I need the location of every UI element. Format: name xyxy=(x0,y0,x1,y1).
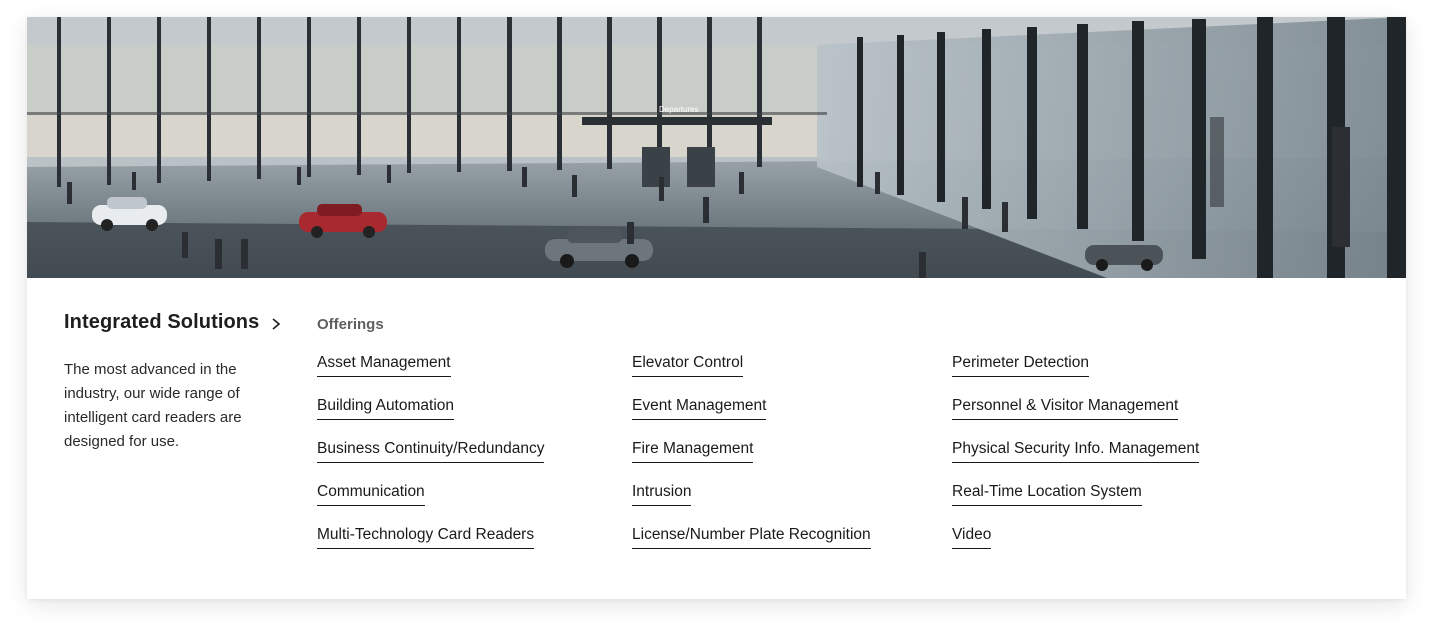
offering-link-multi-technology-card-readers[interactable]: Multi-Technology Card Readers xyxy=(317,525,544,568)
panel-title: Integrated Solutions xyxy=(64,311,260,333)
offering-link-event-management[interactable]: Event Management xyxy=(632,396,871,439)
departures-sign: Departures xyxy=(659,105,699,114)
chevron-right-icon xyxy=(272,317,281,330)
solutions-card: Departures Integrated Solutions The most… xyxy=(27,17,1406,599)
offering-link-building-automation[interactable]: Building Automation xyxy=(317,396,544,439)
panel-description: The most advanced in the industry, our w… xyxy=(64,361,242,450)
offering-link-personnel-visitor-management[interactable]: Personnel & Visitor Management xyxy=(952,396,1199,439)
offerings-column-1: Asset Management Building Automation Bus… xyxy=(317,353,545,568)
airport-terminal-image: Departures xyxy=(27,17,1406,278)
offering-link-physical-security-info-management[interactable]: Physical Security Info. Management xyxy=(952,439,1200,482)
offering-link-elevator-control[interactable]: Elevator Control xyxy=(632,353,871,396)
offering-link-business-continuity[interactable]: Business Continuity/Redundancy xyxy=(317,439,545,482)
offering-link-perimeter-detection[interactable]: Perimeter Detection xyxy=(952,353,1199,396)
offering-link-asset-management[interactable]: Asset Management xyxy=(317,353,544,396)
offering-link-intrusion[interactable]: Intrusion xyxy=(632,482,871,525)
offering-link-license-plate-recognition[interactable]: License/Number Plate Recognition xyxy=(632,525,871,568)
offerings-column-2: Elevator Control Event Management Fire M… xyxy=(632,353,871,568)
hero-image: Departures xyxy=(27,17,1406,278)
offering-link-video[interactable]: Video xyxy=(952,525,1199,568)
offering-link-real-time-location-system[interactable]: Real-Time Location System xyxy=(952,482,1199,525)
integrated-solutions-link[interactable]: Integrated Solutions xyxy=(64,311,283,334)
offering-link-fire-management[interactable]: Fire Management xyxy=(632,439,871,482)
solutions-panel: Integrated Solutions The most advanced i… xyxy=(27,278,1406,599)
offerings-heading: Offerings xyxy=(317,316,384,333)
offering-link-communication[interactable]: Communication xyxy=(317,482,544,525)
offerings-column-3: Perimeter Detection Personnel & Visitor … xyxy=(952,353,1200,568)
